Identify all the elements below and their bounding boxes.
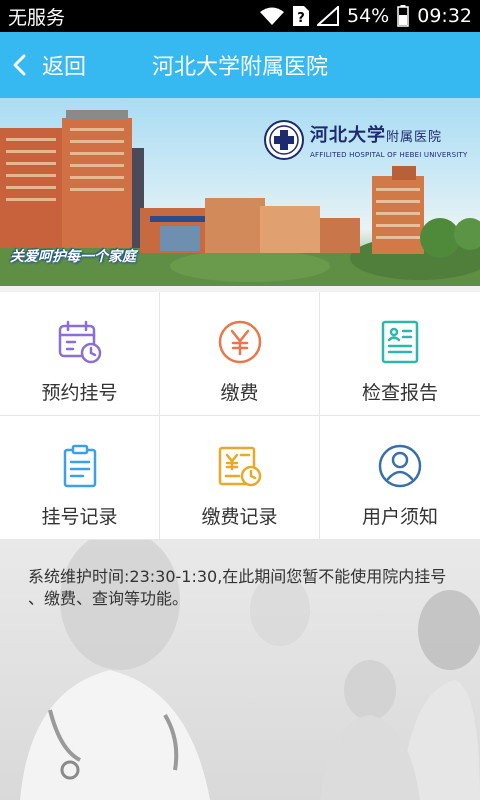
menu-appointment-records[interactable]: 挂号记录 [0,416,160,540]
hospital-emblem-icon [264,120,304,160]
hospital-banner[interactable]: 河北大学附属医院 AFFILITED HOSPITAL OF HEBEI UNI… [0,98,480,286]
menu-label: 预约挂号 [41,382,118,404]
payment-record-icon [216,442,264,490]
chevron-left-icon [12,54,34,76]
status-bar: 无服务 ? 54% 09:32 [0,0,480,32]
menu-payment-records[interactable]: 缴费记录 [160,416,320,540]
menu-label: 缴费记录 [201,506,278,528]
carrier-label: 无服务 [8,6,66,29]
logo-title: 河北大学附属医院 [310,125,443,146]
banner-slogan: 关爱呵护每一个家庭 [10,249,136,265]
battery-icon [397,5,409,27]
maintenance-notice: 系统维护时间:23:30-1:30,在此期间您暂不能使用院内挂号 、缴费、查询等… [28,567,447,608]
menu-label: 缴费 [220,382,259,404]
function-grid: 预约挂号 缴费 检查报告 挂号记录 缴费记录 用户须知 [0,292,480,540]
logo-subtitle: AFFILITED HOSPITAL OF HEBEI UNIVERSITY [310,151,468,159]
wifi-icon [259,6,285,26]
signal-icon [317,6,339,26]
hospital-logo: 河北大学附属医院 AFFILITED HOSPITAL OF HEBEI UNI… [264,120,467,160]
menu-label: 检查报告 [361,382,438,404]
svg-text:?: ? [297,11,305,26]
back-label: 返回 [42,55,87,80]
user-icon [376,442,424,490]
notice-area: 系统维护时间:23:30-1:30,在此期间您暂不能使用院内挂号 、缴费、查询等… [0,540,480,800]
report-icon [376,318,424,366]
calendar-clock-icon [56,318,104,366]
menu-label: 挂号记录 [41,506,118,528]
battery-percent: 54% [347,5,390,27]
menu-user-notice[interactable]: 用户须知 [320,416,480,540]
clipboard-icon [56,442,104,490]
status-icons: ? 54% 09:32 [259,5,472,27]
menu-label: 用户须知 [361,506,438,528]
menu-appointment[interactable]: 预约挂号 [0,292,160,416]
menu-payment[interactable]: 缴费 [160,292,320,416]
sim-alert-icon: ? [293,6,309,26]
clock: 09:32 [417,5,472,27]
yen-icon [216,318,264,366]
menu-exam-report[interactable]: 检查报告 [320,292,480,416]
back-button[interactable]: 返回 [0,32,86,98]
title-bar: 返回 河北大学附属医院 [0,32,480,98]
